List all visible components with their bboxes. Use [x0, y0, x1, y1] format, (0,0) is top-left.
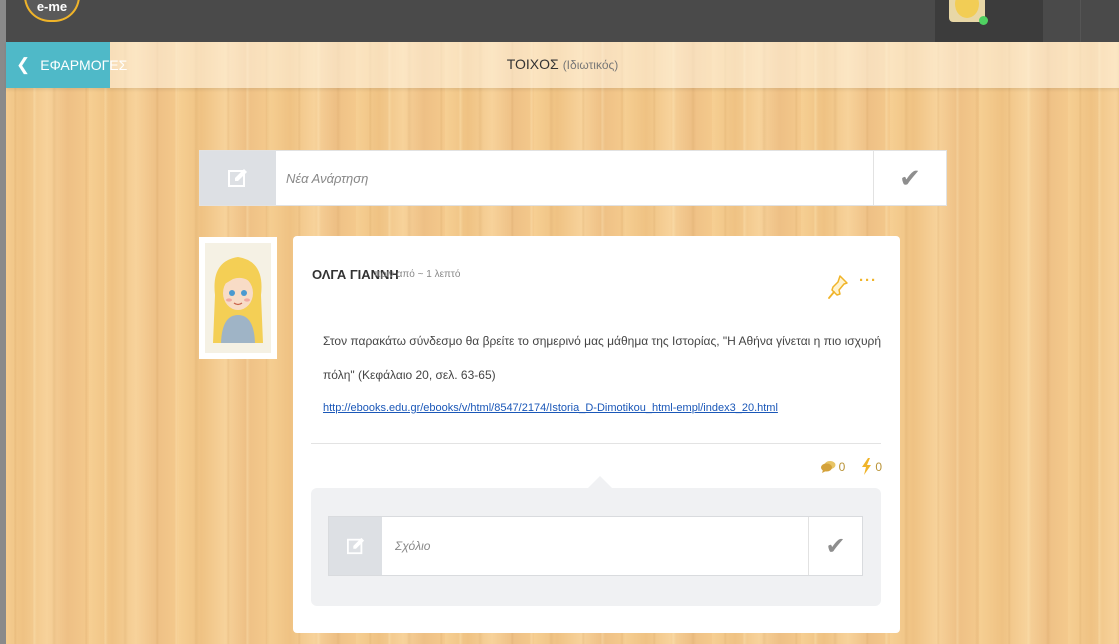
checkmark-icon: ✔	[899, 162, 921, 193]
page-title: ΤΟΙΧΟΣ (Ιδιωτικός)	[6, 56, 1119, 72]
author-avatar-card	[199, 237, 277, 359]
comment-section: ✔	[311, 476, 881, 606]
post-timestamp: πριν από ~ 1 λεπτό	[374, 269, 461, 280]
topbar-divider	[1080, 0, 1081, 42]
checkmark-icon: ✔	[825, 532, 846, 560]
comments-count-button[interactable]: 0	[820, 459, 846, 474]
comment-box: ✔	[328, 516, 863, 576]
window-edge	[0, 0, 6, 644]
eme-logo[interactable]: e-me	[24, 0, 80, 22]
back-to-apps-button[interactable]: ❮ ΕΦΑΡΜΟΓΕΣ	[6, 42, 127, 88]
edit-icon	[200, 151, 276, 205]
page-subtitle: (Ιδιωτικός)	[562, 58, 619, 72]
more-icon[interactable]: ···	[859, 272, 877, 289]
comments-count: 0	[838, 459, 846, 474]
new-post-bar: ✔	[199, 150, 947, 206]
submit-comment-button[interactable]: ✔	[808, 517, 862, 575]
likes-count-button[interactable]: 0	[861, 458, 882, 475]
comment-icon	[820, 461, 836, 473]
user-menu[interactable]	[935, 0, 1043, 42]
post-text: Στον παρακάτω σύνδεσμο θα βρείτε το σημε…	[323, 334, 882, 382]
author-avatar[interactable]	[205, 243, 271, 353]
top-bar: e-me	[6, 0, 1119, 42]
comment-input[interactable]	[382, 517, 809, 575]
edit-icon	[329, 517, 382, 575]
pin-icon[interactable]	[827, 274, 849, 300]
page-title-text: ΤΟΙΧΟΣ	[506, 56, 559, 72]
post-divider	[311, 443, 881, 444]
back-button-label: ΕΦΑΡΜΟΓΕΣ	[40, 57, 128, 73]
new-post-input[interactable]	[276, 151, 874, 205]
likes-count: 0	[875, 459, 882, 474]
app-header: ❮ ΕΦΑΡΜΟΓΕΣ ΤΟΙΧΟΣ (Ιδιωτικός)	[6, 42, 1119, 88]
chevron-left-icon: ❮	[16, 55, 31, 74]
online-status-indicator	[979, 16, 988, 25]
post-stats: 0 0	[811, 458, 882, 475]
submit-post-button[interactable]: ✔	[873, 151, 946, 205]
logo-text: e-me	[36, 0, 68, 14]
post-link[interactable]: http://ebooks.edu.gr/ebooks/v/html/8547/…	[323, 402, 778, 414]
lightning-icon	[862, 458, 872, 475]
wall-post: ΟΛΓΑ ΓΙΑΝΝΗ πριν από ~ 1 λεπτό ··· Στον …	[293, 236, 900, 633]
